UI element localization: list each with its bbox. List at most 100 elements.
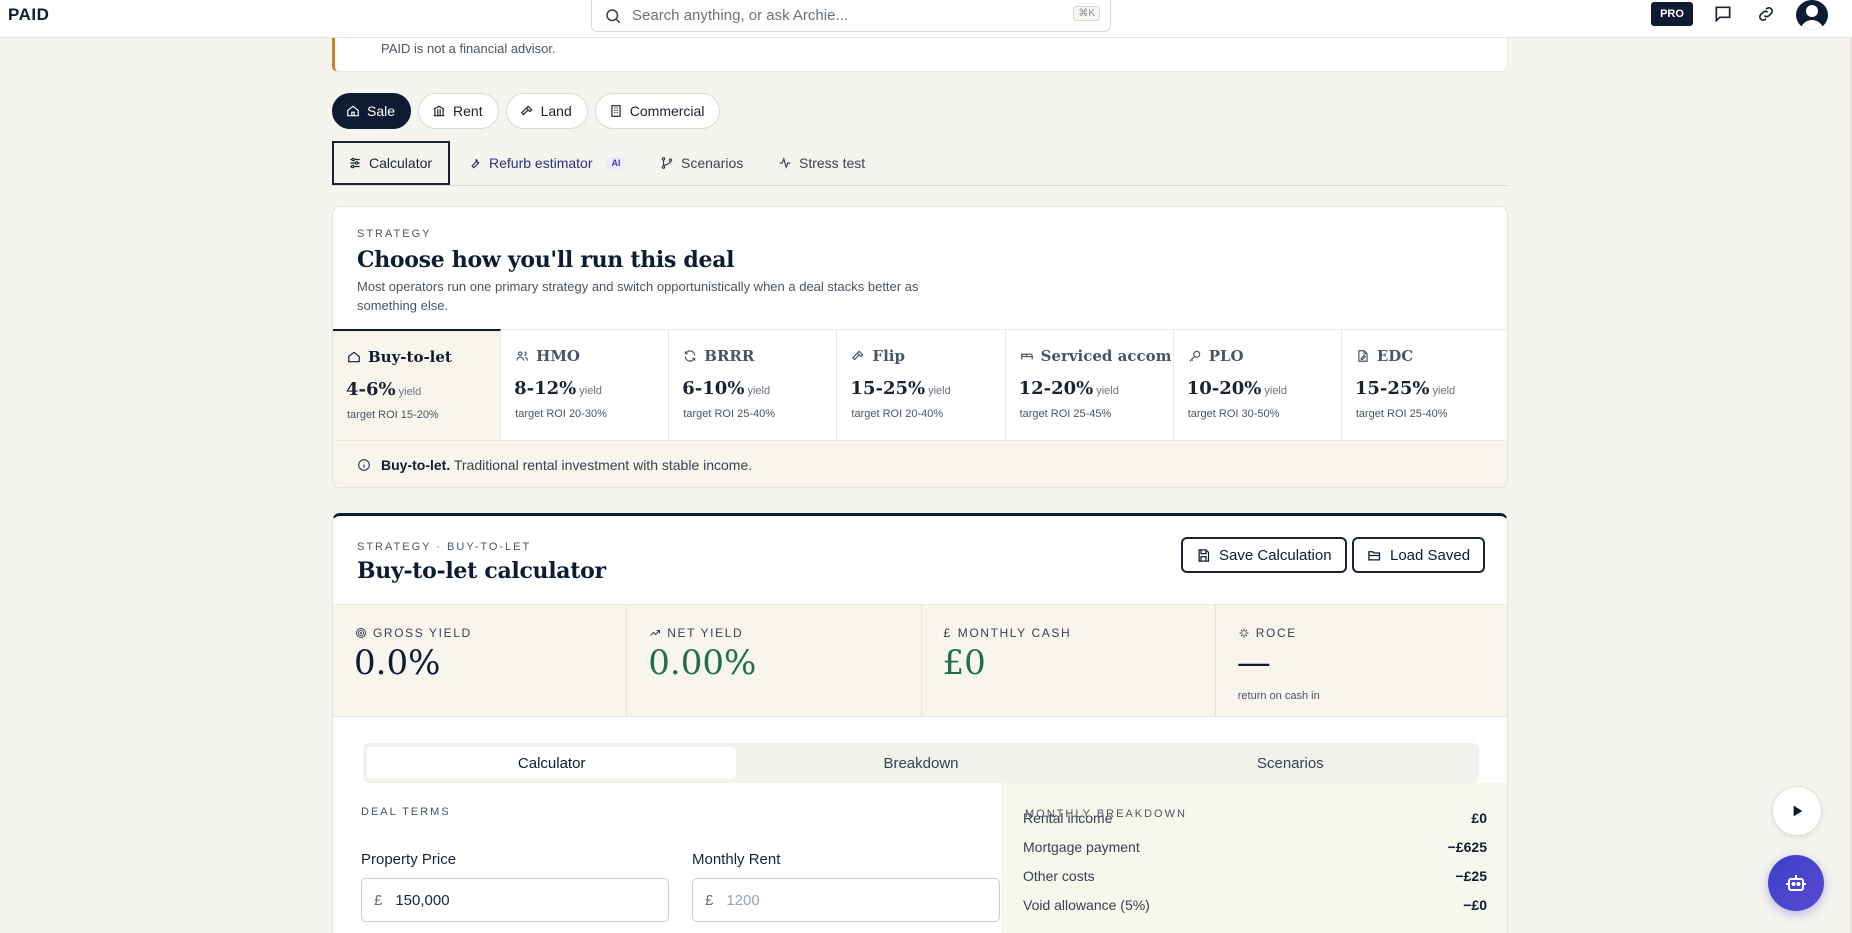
monthly-rent-input[interactable]: £ 1200 [692,878,1000,922]
tab-stress-test[interactable]: Stress test [778,141,865,185]
message-icon[interactable] [1713,4,1733,24]
kpi-label: NET YIELD [649,626,743,640]
link-icon[interactable] [1756,4,1776,24]
strategy-name: HMO [515,347,580,365]
breakdown-row: Void allowance (5%) −£0 [1023,890,1487,919]
strategy-yield: 6-10% yield [682,378,770,399]
folder-open-icon [1368,550,1381,560]
kpi-row: GROSS YIELD 0.0% NET YIELD 0.00% £ MONTH… [333,604,1507,717]
yield-unit: yield [928,385,951,397]
strategy-yield: 15-25% yield [1355,378,1455,399]
breakdown-value: −£25 [1455,867,1487,884]
strategy-name: Serviced accom [1020,347,1172,365]
strategy-roi: target ROI 25-40% [1355,408,1448,420]
yield-value: 12-20% [1018,378,1094,399]
yield-value: 6-10% [682,378,745,399]
breakdown-value: −£0 [1463,896,1487,913]
yield-value: 15-25% [850,378,926,399]
tab-calculator[interactable]: Calculator [332,141,451,185]
strategy-flip[interactable]: Flip 15-25% yield target ROI 20-40% [837,330,1006,440]
strategy-info-text: Buy-to-let. Traditional rental investmen… [381,457,752,473]
wrench-icon [471,158,480,169]
strategy-buy-to-let[interactable]: Buy-to-let 4-6% yield target ROI 15-20% [333,329,502,440]
property-price-input[interactable]: £ 150,000 [361,878,669,922]
kpi-label: GROSS YIELD [355,626,472,640]
hammer-icon [520,105,533,116]
yield-unit: yield [1264,385,1287,397]
property-type-pills: Sale Rent Land Commercial [332,93,721,129]
yield-unit: yield [398,386,422,398]
property-price-label: Property Price [361,851,457,868]
tab-label: Calculator [369,155,433,171]
strategy-info-body: Traditional rental investment with stabl… [453,457,753,473]
load-saved-button[interactable]: Load Saved [1352,537,1486,573]
kpi-value: — [1236,643,1271,683]
save-calculation-button[interactable]: Save Calculation [1181,537,1347,573]
yield-unit: yield [579,385,602,397]
top-bar: PAID Search anything, or ask Archie... ⌘… [0,0,1852,38]
house-icon [347,105,359,117]
calculator-card: STRATEGY · BUY-TO-LET Buy-to-let calcula… [332,513,1508,933]
strategy-name-text: Buy-to-let [368,348,452,366]
app-logo[interactable]: PAID [8,5,49,25]
kpi-label: £ MONTHLY CASH [944,626,1072,640]
search-icon [606,8,621,23]
strategy-yield: 4-6% yield [346,379,421,400]
view-tab-scenarios[interactable]: Scenarios [1106,747,1475,779]
currency-symbol: £ [705,891,714,909]
strategy-name-text: PLO [1208,347,1244,365]
strategy-brrr[interactable]: BRRR 6-10% yield target ROI 25-40% [669,330,838,440]
user-icon [1800,5,1824,30]
pound-icon: £ [943,626,952,640]
search-bar[interactable]: Search anything, or ask Archie... ⌘K [591,0,1111,32]
strategy-plo[interactable]: PLO 10-20% yield target ROI 30-50% [1174,330,1342,440]
breakdown-label: Mortgage payment [1023,838,1140,855]
play-tour-button[interactable] [1772,786,1822,836]
assistant-button[interactable] [1768,855,1824,911]
strategy-name-text: Serviced accom [1040,347,1172,365]
view-tab-calculator[interactable]: Calculator [367,747,737,779]
pill-land[interactable]: Land [505,93,588,129]
strategy-yield: 12-20% yield [1019,378,1119,399]
strategy-info-bold: Buy-to-let. [381,457,451,473]
search-shortcut: ⌘K [1073,6,1100,21]
kpi-label-text: NET YIELD [667,626,744,640]
strategy-serviced-accom[interactable]: Serviced accom 12-20% yield target ROI 25… [1006,330,1174,440]
pill-rent[interactable]: Rent [418,93,499,129]
play-icon [1793,805,1803,817]
strategy-edc[interactable]: EDC 15-25% yield target ROI 25-40% [1342,330,1507,440]
view-tab-breakdown[interactable]: Breakdown [736,747,1105,779]
tab-scenarios[interactable]: Scenarios [660,141,743,185]
yield-value: 15-25% [1354,378,1430,399]
yield-unit: yield [1432,385,1456,397]
strategy-name: EDC [1356,347,1413,365]
disclaimer-text: PAID is not a financial advisor. [381,41,556,56]
yield-value: 10-20% [1186,378,1262,399]
kpi-label-text: ROCE [1255,626,1297,640]
tab-refurb-estimator[interactable]: Refurb estimator AI [468,141,625,185]
strategy-description: Most operators run one primary strategy … [357,279,919,313]
strategy-eyebrow: STRATEGY [357,228,432,240]
search-placeholder: Search anything, or ask Archie... [632,7,848,24]
monthly-breakdown-heading: MONTHLY BREAKDOWN [1025,808,1187,820]
pill-commercial[interactable]: Commercial [594,93,721,129]
users-icon [516,351,528,361]
strategy-yield: 10-20% yield [1187,378,1287,399]
strategy-name: Flip [851,347,905,365]
calculator-view-tabs: Calculator Breakdown Scenarios [363,743,1479,783]
strategy-name: PLO [1188,347,1244,365]
breakdown-row: Mortgage payment −£625 [1023,832,1487,861]
kpi-label: ROCE [1238,626,1297,640]
yield-value: 4-6% [346,379,396,400]
monthly-rent-label: Monthly Rent [692,851,781,868]
pill-label: Rent [453,103,483,119]
pill-sale[interactable]: Sale [332,93,412,129]
bed-icon [1020,353,1033,360]
strategy-hmo[interactable]: HMO 8-12% yield target ROI 20-30% [501,330,670,440]
kpi-subtext: return on cash in [1237,690,1320,702]
document-edit-icon [1358,350,1368,362]
avatar[interactable] [1796,0,1828,30]
strategy-name: BRRR [683,347,754,365]
pro-badge[interactable]: PRO [1651,2,1693,26]
breakdown-label: Void allowance (5%) [1023,896,1150,913]
